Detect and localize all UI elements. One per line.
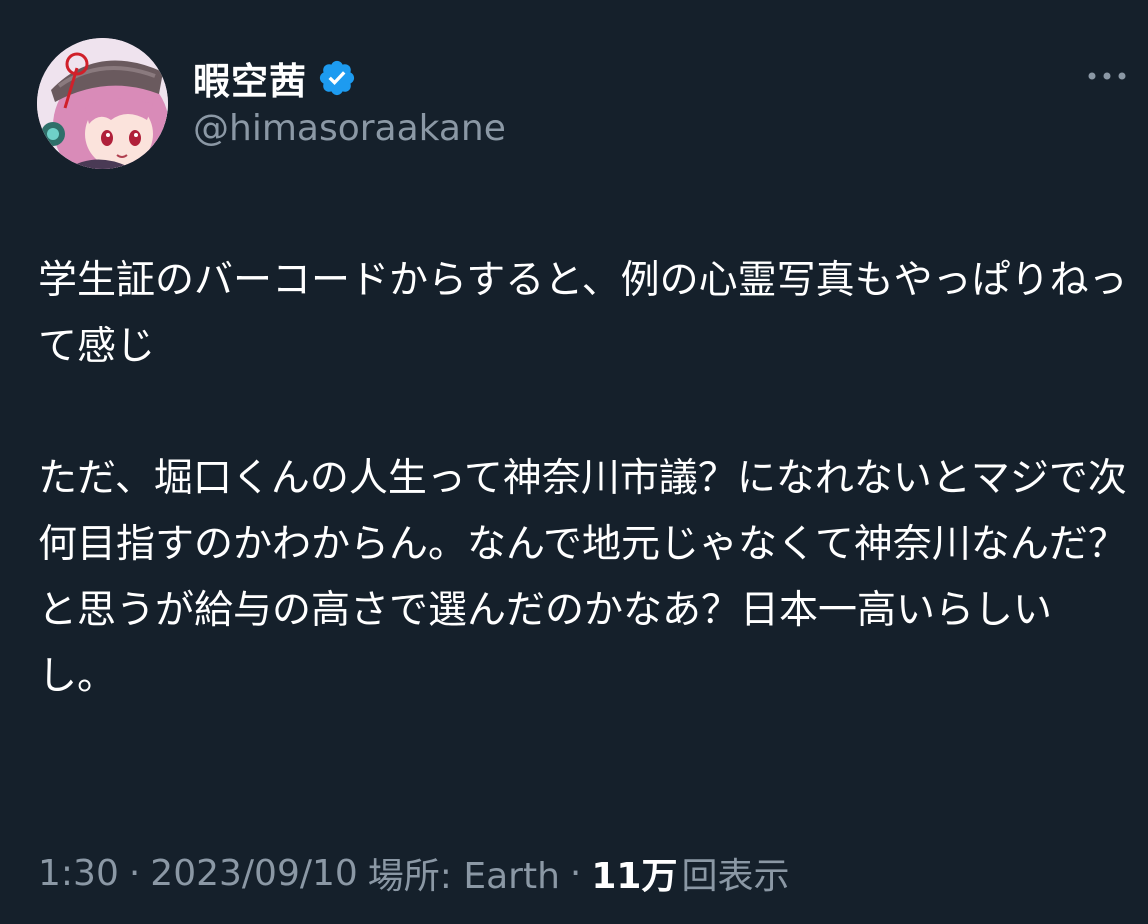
author-name-row: 暇空茜 (193, 50, 357, 106)
meta-separator: · (128, 852, 141, 894)
tweet-text: 学生証のバーコードからすると、例の心霊写真もやっぱりねって感じ ただ、堀口くんの… (38, 258, 1128, 699)
tweet-date[interactable]: 2023/09/10 (150, 853, 358, 894)
avatar[interactable] (37, 38, 168, 169)
tweet-time[interactable]: 1:30 (38, 853, 119, 894)
verified-badge-icon (317, 58, 357, 98)
more-options-icon[interactable] (1084, 66, 1130, 86)
author-display-name[interactable]: 暇空茜 (193, 51, 307, 105)
meta-separator-2: · (569, 852, 582, 894)
tweet-location: 場所: Earth (367, 856, 560, 897)
author-handle[interactable]: @himasoraakane (193, 108, 506, 149)
avatar-illustration (37, 38, 168, 169)
views-count[interactable]: 11万 (591, 847, 677, 899)
views-label: 回表示 (681, 856, 790, 897)
tweet-metadata: 1:30 · 2023/09/10 場所: Earth · 11万 回表示 (38, 846, 790, 900)
tweet-detail: 暇空茜 @himasoraakane 学生証のバーコードからすると、例の心霊写真… (0, 0, 1148, 924)
